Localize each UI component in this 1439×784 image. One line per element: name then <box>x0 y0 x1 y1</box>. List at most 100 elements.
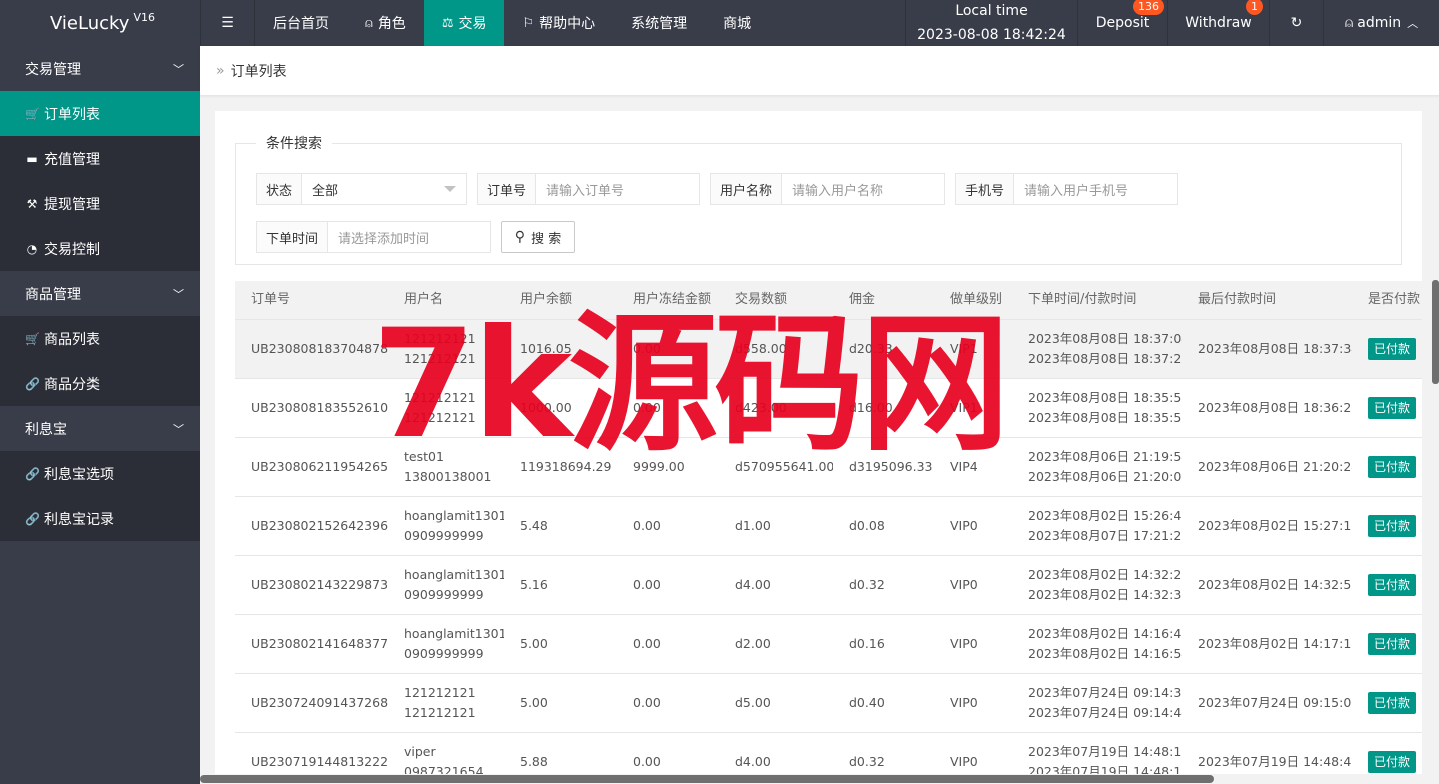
cell-frozen: 0.00 <box>617 575 719 595</box>
withdraw-button[interactable]: Withdraw 1 <box>1167 0 1269 46</box>
nav-mall[interactable]: 商城 <box>705 0 769 46</box>
phone-input[interactable]: 请输入用户手机号 <box>1014 174 1177 204</box>
order-time: 2023年08月08日 18:35:52 <box>1028 390 1182 405</box>
nav-help[interactable]: ⚐ 帮助中心 <box>504 0 613 46</box>
table-row[interactable]: UB2308081835526103 121212121 121212121 1000… <box>235 379 1422 438</box>
username: hoanglamit1301 <box>404 567 504 582</box>
search-button[interactable]: ⚲ 搜 索 <box>501 221 575 253</box>
cell-commission: d0.16 <box>833 634 934 654</box>
nav-trade[interactable]: ⚖ 交易 <box>423 0 505 46</box>
sidebar-group-interest[interactable]: 利息宝 ﹀ <box>0 406 200 451</box>
cell-balance: 1016.05 <box>504 339 617 359</box>
sidebar-group-label: 商品管理 <box>25 286 81 303</box>
sidebar-item-interest-options[interactable]: 🔗 利息宝选项 <box>0 451 200 496</box>
cell-times: 2023年08月02日 15:26:42 2023年08月07日 17:21:25 <box>1012 506 1182 546</box>
order-no-field[interactable]: 订单号 请输入订单号 <box>477 173 700 205</box>
menu-toggle-button[interactable]: ☰ <box>200 0 255 46</box>
cell-times: 2023年08月06日 21:19:54 2023年08月06日 21:20:02 <box>1012 447 1182 487</box>
table-row[interactable]: UB2308021416483779 hoanglamit1301 09099999… <box>235 615 1422 674</box>
username-field[interactable]: 用户名称 请输入用户名称 <box>710 173 945 205</box>
table-row[interactable]: UB2308021526423969 hoanglamit1301 09099999… <box>235 497 1422 556</box>
pay-time: 2023年08月02日 14:16:54 <box>1028 646 1182 661</box>
order-no-input[interactable]: 请输入订单号 <box>536 174 699 204</box>
deposit-button[interactable]: Deposit 136 <box>1077 0 1167 46</box>
sidebar-item-goods-category[interactable]: 🔗 商品分类 <box>0 361 200 406</box>
nav-system[interactable]: 系统管理 <box>613 0 705 46</box>
order-time-input[interactable]: 请选择添加时间 <box>328 222 490 252</box>
nav-roles[interactable]: ⍝ 角色 <box>347 0 424 46</box>
cell-commission: d20.33 <box>833 339 934 359</box>
sidebar-item-withdraw[interactable]: ⚒ 提现管理 <box>0 181 200 226</box>
sidebar-group-goods[interactable]: 商品管理 ﹀ <box>0 271 200 316</box>
cell-amount: d1.00 <box>719 516 833 536</box>
commission: d16.00 <box>849 400 893 415</box>
horizontal-scrollbar-thumb[interactable] <box>200 775 1214 783</box>
sidebar-item-recharge[interactable]: ▬ 充值管理 <box>0 136 200 181</box>
table-row[interactable]: UB2308062119542658 test01 13800138001 11931… <box>235 438 1422 497</box>
cell-times: 2023年08月08日 18:35:52 2023年08月08日 18:35:58 <box>1012 388 1182 428</box>
right-nav: Local time 2023-08-08 18:42:24 Deposit 1… <box>905 0 1439 46</box>
cell-commission: d0.32 <box>833 752 934 772</box>
chevron-down-icon: ﹀ <box>173 62 184 76</box>
cell-last-pay: 2023年08月08日 18:37:34 <box>1182 339 1352 359</box>
sidebar-item-label: 充值管理 <box>44 151 100 168</box>
cell-last-pay: 2023年08月06日 21:20:24 <box>1182 457 1352 477</box>
table-row[interactable]: UB2308021432298739 hoanglamit1301 09099999… <box>235 556 1422 615</box>
order-time-field[interactable]: 下单时间 请选择添加时间 <box>256 221 491 253</box>
vip-level: VIP0 <box>950 754 978 769</box>
cell-level: VIP0 <box>934 575 1012 595</box>
sidebar-group-trade[interactable]: 交易管理 ﹀ <box>0 46 200 91</box>
sidebar-item-trade-control[interactable]: ◔ 交易控制 <box>0 226 200 271</box>
cell-commission: d0.32 <box>833 575 934 595</box>
status-label: 状态 <box>257 174 303 204</box>
cell-commission: d0.08 <box>833 516 934 536</box>
vip-level: VIP0 <box>950 518 978 533</box>
balance: 5.00 <box>520 636 548 651</box>
cell-amount: d4.00 <box>719 575 833 595</box>
horizontal-scrollbar[interactable] <box>200 774 1439 784</box>
col-header: 下单时间/付款时间 <box>1028 292 1137 307</box>
cell-order-no: UB2308062119542658 <box>235 457 388 477</box>
phone-field[interactable]: 手机号 请输入用户手机号 <box>955 173 1178 205</box>
col-header: 用户冻结金额 <box>633 292 712 307</box>
username: hoanglamit1301 <box>404 508 504 523</box>
status-select[interactable]: 状态 全部 <box>256 173 467 205</box>
order-no: UB2307191448132229 <box>251 754 388 769</box>
search-icon: ⚲ <box>514 229 526 245</box>
nav-home[interactable]: 后台首页 <box>255 0 347 46</box>
nav-help-label: 帮助中心 <box>539 16 596 32</box>
username-input[interactable]: 请输入用户名称 <box>782 174 944 204</box>
user-menu[interactable]: ⍝ admin ︿ <box>1323 0 1439 46</box>
sidebar-item-interest-records[interactable]: 🔗 利息宝记录 <box>0 496 200 541</box>
cell-frozen: 0.00 <box>617 752 719 772</box>
withdraw-badge: 1 <box>1246 0 1263 15</box>
deposit-badge: 136 <box>1133 0 1164 15</box>
pay-time: 2023年08月02日 14:32:36 <box>1028 587 1182 602</box>
refresh-button[interactable]: ↻ <box>1269 0 1323 46</box>
sidebar-item-goods-list[interactable]: 🛒 商品列表 <box>0 316 200 361</box>
pay-time: 2023年08月08日 18:35:58 <box>1028 410 1182 425</box>
sidebar-group-label: 利息宝 <box>25 421 67 438</box>
user-phone: 13800138001 <box>404 469 492 484</box>
cart-icon: 🛒 <box>25 331 40 346</box>
nav-system-label: 系统管理 <box>631 16 688 32</box>
local-time: Local time 2023-08-08 18:42:24 <box>905 0 1077 46</box>
table-row[interactable]: UB2308081837048781 121212121 121212121 1016… <box>235 320 1422 379</box>
col-header: 交易数额 <box>735 292 788 307</box>
trade-amount: d1.00 <box>735 518 771 533</box>
table-row[interactable]: UB2307240914372684 121212121 121212121 5.00… <box>235 674 1422 733</box>
sidebar-item-label: 提现管理 <box>44 196 100 213</box>
trade-amount: d5.00 <box>735 695 771 710</box>
cell-frozen: 0.00 <box>617 339 719 359</box>
vip-level: VIP1 <box>950 400 978 415</box>
cell-balance: 119318694.29 <box>504 457 617 477</box>
sidebar-item-orders[interactable]: 🛒 订单列表 <box>0 91 200 136</box>
vertical-scrollbar[interactable] <box>1432 280 1439 384</box>
last-pay-time: 2023年08月02日 14:32:59 <box>1198 577 1352 592</box>
hammer-icon: ⚒ <box>26 196 38 211</box>
order-time: 2023年08月02日 15:26:42 <box>1028 508 1182 523</box>
app-logo[interactable]: VieLucky V16 <box>0 0 200 46</box>
cell-user: hoanglamit1301 0909999999 <box>388 565 504 605</box>
trade-amount: d4.00 <box>735 754 771 769</box>
cell-amount: d558.00 <box>719 339 833 359</box>
